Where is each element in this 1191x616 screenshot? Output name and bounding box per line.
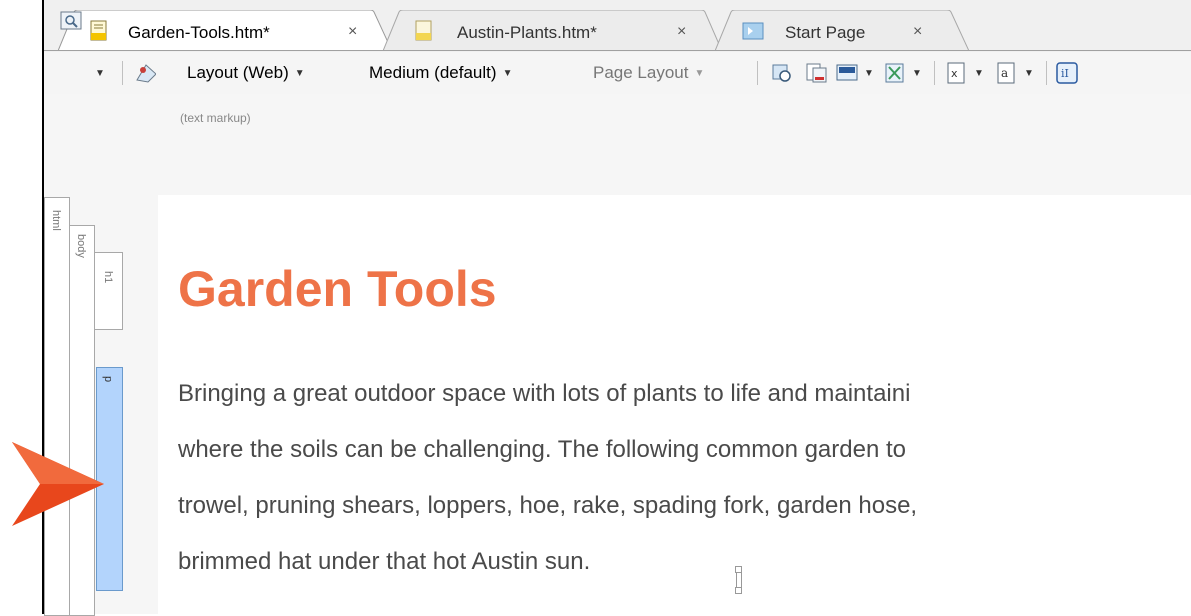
info-icon[interactable]: iI [1056,62,1078,84]
chevron-down-icon: ▼ [502,67,513,79]
text-markup-label: (text markup) [180,111,251,125]
structure-bar-label: p [102,376,114,383]
structure-bar-html[interactable]: html [44,197,70,616]
paragraph-line[interactable]: brimmed hat under that hot Austin sun. [178,548,590,576]
structure-bar-label: h1 [102,271,114,284]
paragraph-line[interactable]: trowel, pruning shears, loppers, hoe, ra… [178,492,917,520]
structure-bar-h1[interactable]: h1 [94,252,123,330]
variables-icon[interactable]: x [946,62,968,84]
snippets-dropdown[interactable]: ▼ [1018,52,1034,94]
chevron-down-icon: ▼ [1024,67,1034,79]
html-file-icon [90,20,107,41]
toolbar-separator [934,61,935,85]
toolbar-separator [122,61,123,85]
tab-label: Austin-Plants.htm* [457,23,597,42]
tab-close-icon[interactable]: × [348,23,357,41]
page-layout-dropdown[interactable]: Page Layout ▼ [593,52,704,94]
conditions-icon[interactable] [134,62,156,84]
tab-garden-tools[interactable]: Garden-Tools.htm* × [58,10,393,51]
svg-text:x: x [951,67,958,80]
show-images-icon[interactable] [836,62,858,84]
tab-close-icon[interactable]: × [913,23,922,41]
medium-label: Medium (default) [369,63,497,82]
tab-close-icon[interactable]: × [677,23,686,41]
chevron-down-icon: ▼ [694,67,705,79]
svg-text:a: a [1001,66,1008,80]
tab-start-page[interactable]: Start Page × [715,10,970,51]
start-page-icon [742,22,764,40]
toolbar-separator [1046,61,1047,85]
find-element-icon[interactable] [771,62,793,84]
page-layout-label: Page Layout [593,63,689,82]
layout-dropdown[interactable]: Layout (Web) ▼ [187,52,305,94]
chevron-down-icon: ▼ [974,67,984,79]
callout-arrow-icon [12,442,104,526]
structure-bar-label: html [50,210,62,231]
chevron-down-icon: ▼ [294,67,305,79]
html-file-icon [415,20,432,41]
cursor-handle [735,587,742,594]
show-tags-icon[interactable] [884,62,906,84]
chevron-down-icon: ▼ [864,67,874,79]
tab-austin-plants[interactable]: Austin-Plants.htm* × [383,10,723,51]
tab-label: Garden-Tools.htm* [128,23,270,42]
paragraph-line[interactable]: where the soils can be challenging. The … [178,436,906,464]
show-changes-icon[interactable] [805,62,827,84]
layout-label: Layout (Web) [187,63,289,82]
preview-dropdown[interactable]: ▼ [89,52,105,94]
show-images-dropdown[interactable]: ▼ [858,52,874,94]
snippets-icon[interactable]: a [996,62,1018,84]
toolbar-separator [757,61,758,85]
medium-dropdown[interactable]: Medium (default) ▼ [369,52,512,94]
svg-text:iI: iI [1061,67,1069,80]
variables-dropdown[interactable]: ▼ [968,52,984,94]
preview-icon[interactable] [60,10,82,32]
tab-label: Start Page [785,23,866,42]
chevron-down-icon: ▼ [95,67,105,79]
paragraph-line[interactable]: Bringing a great outdoor space with lots… [178,380,910,408]
show-tags-dropdown[interactable]: ▼ [906,52,922,94]
tab-strip-border [44,50,1191,51]
chevron-down-icon: ▼ [912,67,922,79]
cursor-handle [735,566,742,573]
structure-bar-label: body [75,234,87,258]
structure-bar-body[interactable]: body [69,225,95,616]
document-heading[interactable]: Garden Tools [178,260,497,318]
